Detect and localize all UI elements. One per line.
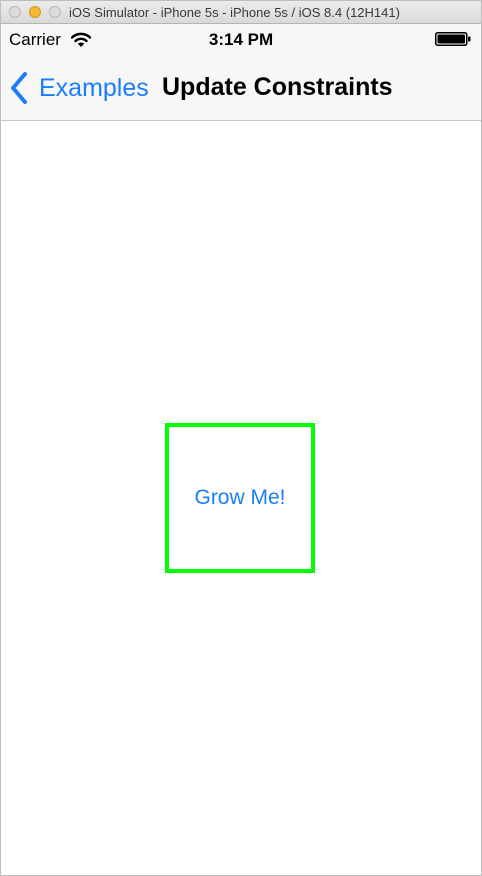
status-time: 3:14 PM — [208, 30, 274, 49]
navigation-bar: Examples Update Constraints — [1, 56, 481, 121]
grow-me-button-label: Grow Me! — [194, 486, 286, 509]
content-view: Grow Me! — [1, 121, 481, 875]
battery-full-icon — [435, 32, 471, 46]
window-title: iOS Simulator - iPhone 5s - iPhone 5s / … — [69, 5, 400, 20]
close-window-button[interactable] — [9, 6, 21, 18]
page-title: Update Constraints — [162, 73, 393, 101]
back-button[interactable]: Examples — [9, 70, 149, 106]
back-button-label: Examples — [39, 73, 149, 102]
ios-status-bar: Carrier 3:14 PM — [1, 24, 481, 56]
minimize-window-button[interactable] — [29, 6, 41, 18]
grow-me-button[interactable]: Grow Me! — [165, 423, 315, 573]
chevron-left-icon — [11, 72, 27, 104]
simulator-window: iOS Simulator - iPhone 5s - iPhone 5s / … — [0, 0, 482, 876]
zoom-window-button[interactable] — [49, 6, 61, 18]
window-titlebar: iOS Simulator - iPhone 5s - iPhone 5s / … — [1, 1, 481, 24]
